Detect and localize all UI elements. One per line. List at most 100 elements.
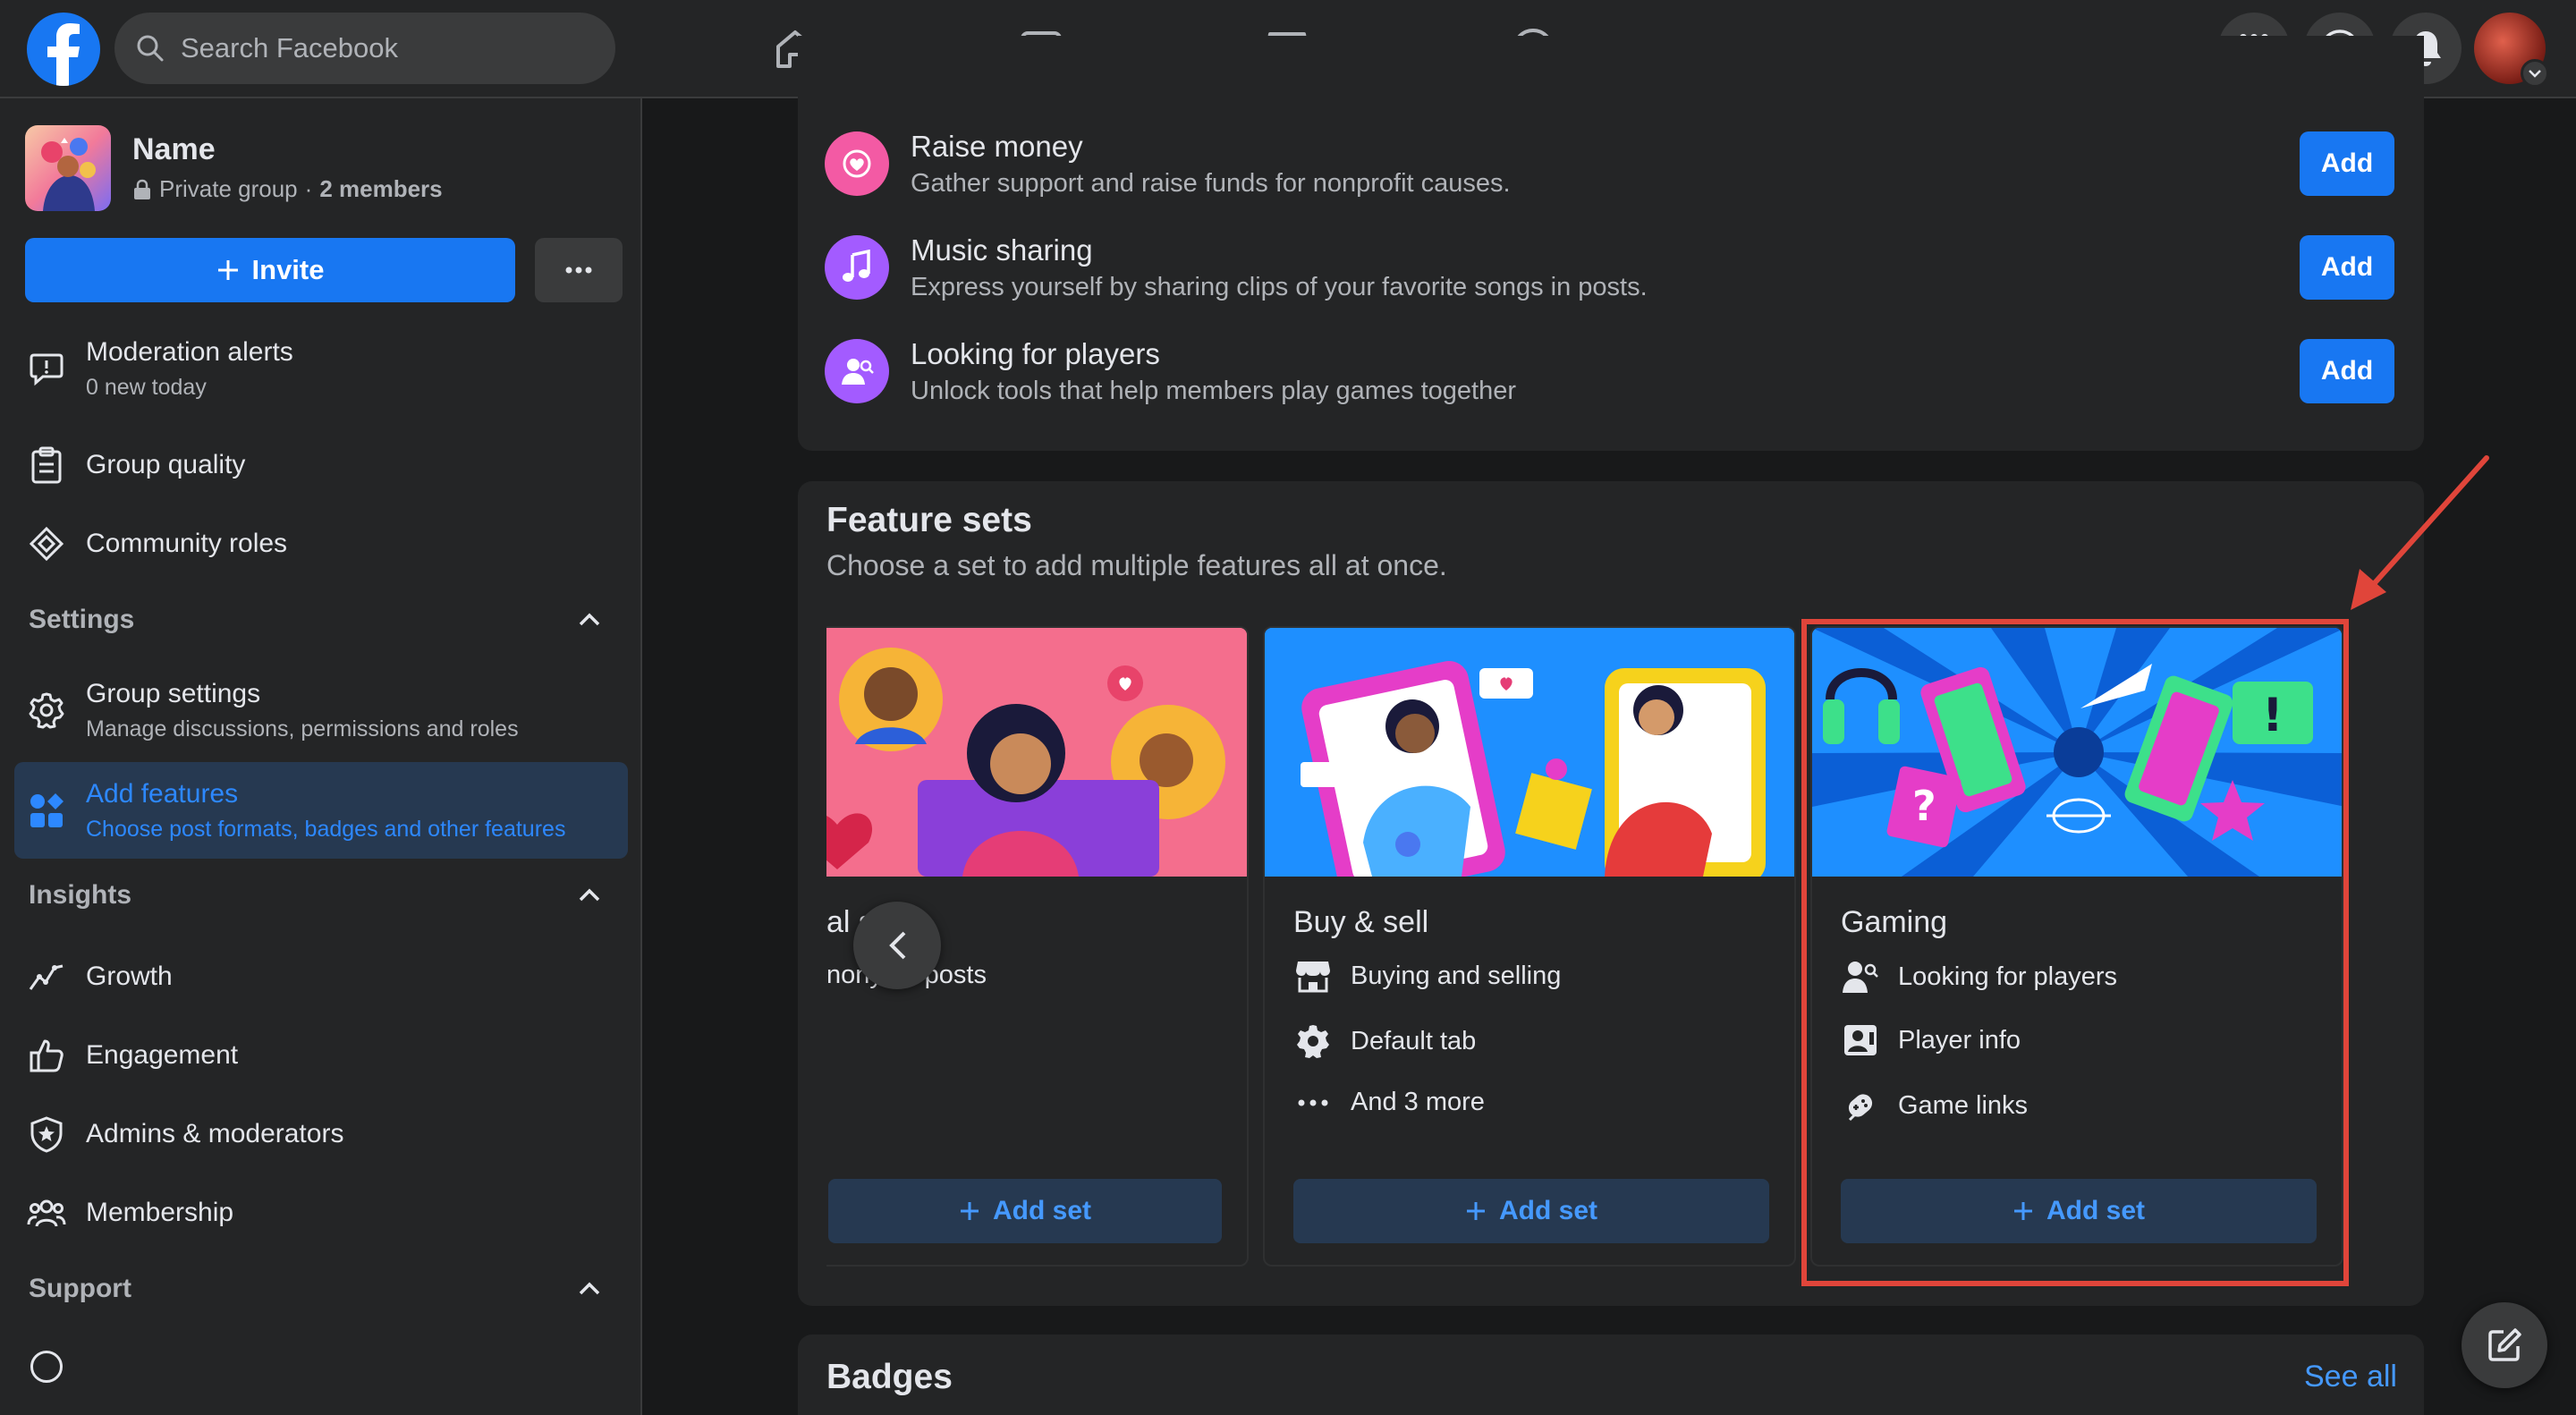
chevron-down-icon[interactable] xyxy=(2521,59,2549,88)
plus-icon xyxy=(217,260,238,280)
thumbs-up-icon xyxy=(30,1039,64,1072)
feature-sets-subtitle: Choose a set to add multiple features al… xyxy=(826,549,1447,581)
add-set-label: Add set xyxy=(1498,1196,1597,1225)
chevron-left-icon xyxy=(889,931,906,960)
add-features-icon xyxy=(30,793,64,827)
facebook-logo-icon[interactable] xyxy=(27,13,100,86)
moderation-alert-icon xyxy=(30,353,64,386)
more-icon xyxy=(565,267,592,274)
feature-title: Looking for players xyxy=(911,336,1160,370)
sidebar-item-label: Growth xyxy=(86,962,173,991)
search-icon xyxy=(137,35,164,62)
profile-avatar[interactable] xyxy=(2474,13,2549,88)
more-icon xyxy=(1298,1099,1328,1106)
chevron-up-icon xyxy=(579,613,600,626)
badges-title: Badges xyxy=(826,1358,953,1396)
sidebar-item-moderation-alerts[interactable]: Moderation alerts 0 new today xyxy=(14,326,628,411)
group-members-count[interactable]: 2 members xyxy=(319,175,442,203)
sidebar-item-label: Add features xyxy=(86,778,239,809)
sidebar-item-membership[interactable]: Membership xyxy=(14,1179,628,1247)
add-set-button[interactable]: Add set xyxy=(828,1179,1222,1243)
badges-card xyxy=(798,1335,2424,1415)
plus-icon xyxy=(1466,1202,1485,1220)
growth-icon xyxy=(29,964,64,990)
search-input[interactable]: Search Facebook xyxy=(114,13,615,84)
support-set-illustration xyxy=(826,628,1247,877)
shop-icon xyxy=(1296,962,1330,993)
settings-section-header[interactable]: Settings xyxy=(29,605,601,635)
sidebar-item-group-settings[interactable]: Group settings Manage discussions, permis… xyxy=(14,667,628,753)
feature-desc: Unlock tools that help members play game… xyxy=(911,376,1517,405)
sidebar-item-community-roles[interactable]: Community roles xyxy=(14,510,628,578)
set-feature-label: Default tab xyxy=(1351,1026,1477,1055)
plus-icon xyxy=(960,1202,979,1220)
compose-icon xyxy=(2488,1328,2521,1361)
set-feature-item: And 3 more xyxy=(1293,1088,1485,1117)
sidebar-item-label: Group quality xyxy=(86,450,246,479)
feature-title: Raise money xyxy=(911,129,1083,163)
sidebar-item-label: Engagement xyxy=(86,1040,239,1070)
invite-label: Invite xyxy=(251,254,325,285)
group-meta: Private group · 2 members xyxy=(132,175,443,203)
feature-desc: Gather support and raise funds for nonpr… xyxy=(911,168,1511,198)
feature-music-sharing: Music sharing Express yourself by sharing… xyxy=(825,227,2394,308)
diamond-icon xyxy=(29,526,64,562)
invite-button[interactable]: Invite xyxy=(25,238,515,302)
annotation-arrow-icon xyxy=(2351,455,2489,610)
chevron-up-icon xyxy=(579,888,600,902)
add-music-sharing-button[interactable]: Add xyxy=(2300,235,2394,300)
sidebar-item-sub: 0 new today xyxy=(86,374,207,400)
gear-icon xyxy=(1297,1025,1329,1058)
gaming-highlight-box xyxy=(1801,619,2349,1286)
sidebar-item-label: Community roles xyxy=(86,529,288,558)
feature-title: Music sharing xyxy=(911,233,1093,267)
more-options-button[interactable] xyxy=(535,238,623,302)
add-set-label: Add set xyxy=(992,1196,1091,1225)
section-heading: Settings xyxy=(29,605,135,634)
group-name[interactable]: Name xyxy=(132,132,216,167)
section-heading: Insights xyxy=(29,880,132,910)
group-privacy: Private group xyxy=(159,175,298,202)
sidebar-item-add-features[interactable]: Add features Choose post formats, badges … xyxy=(14,762,628,859)
feature-set-name: Buy & sell xyxy=(1293,905,1429,939)
add-raise-money-button[interactable]: Add xyxy=(2300,131,2394,196)
see-all-link[interactable]: See all xyxy=(2304,1360,2397,1394)
sidebar-item-label: Moderation alerts xyxy=(86,336,293,367)
add-set-button[interactable]: Add set xyxy=(1293,1179,1769,1243)
group-cover-thumbnail[interactable] xyxy=(25,125,111,211)
insights-section-header[interactable]: Insights xyxy=(29,880,601,911)
sidebar-item-label: Membership xyxy=(86,1198,234,1227)
sidebar-item-sub: Manage discussions, permissions and role… xyxy=(86,716,519,741)
sidebar-item-admins-moderators[interactable]: Admins & moderators xyxy=(14,1100,628,1168)
feature-looking-for-players: Looking for players Unlock tools that hel… xyxy=(825,331,2394,411)
raise-money-icon xyxy=(825,131,889,196)
sidebar-item-sub: Choose post formats, badges and other fe… xyxy=(86,816,566,842)
sidebar-item-growth[interactable]: Growth xyxy=(14,943,628,1011)
feature-set-card-buy-sell[interactable]: Buy & sell Buying and selling Default ta… xyxy=(1263,626,1796,1267)
support-item-icon[interactable] xyxy=(30,1351,63,1383)
search-placeholder: Search Facebook xyxy=(181,32,398,64)
set-feature-label: And 3 more xyxy=(1351,1088,1485,1116)
feature-sets-title: Feature sets xyxy=(826,501,1032,539)
new-message-button[interactable] xyxy=(2462,1302,2547,1388)
set-feature-item: Default tab xyxy=(1293,1023,1476,1059)
clipboard-icon xyxy=(31,446,62,484)
meta-separator: · xyxy=(304,175,313,202)
sidebar-item-label: Group settings xyxy=(86,678,261,708)
set-feature-label: Buying and selling xyxy=(1351,961,1562,990)
group-sidebar: Name Private group · 2 members Invite Mo… xyxy=(0,98,642,1415)
feature-desc: Express yourself by sharing clips of you… xyxy=(911,272,1648,301)
shield-icon xyxy=(30,1116,63,1153)
gear-icon xyxy=(29,692,64,729)
sidebar-item-engagement[interactable]: Engagement xyxy=(14,1021,628,1089)
add-looking-for-players-button[interactable]: Add xyxy=(2300,339,2394,403)
feature-raise-money: Raise money Gather support and raise fund… xyxy=(825,123,2394,204)
sidebar-item-group-quality[interactable]: Group quality xyxy=(14,431,628,499)
lock-icon xyxy=(134,179,150,199)
support-section-header[interactable]: Support xyxy=(29,1274,601,1304)
music-note-icon xyxy=(825,235,889,300)
set-feature-item: Buying and selling xyxy=(1293,959,1561,993)
carousel-previous-button[interactable] xyxy=(853,902,941,989)
chevron-up-icon xyxy=(579,1282,600,1295)
members-icon xyxy=(27,1199,66,1227)
